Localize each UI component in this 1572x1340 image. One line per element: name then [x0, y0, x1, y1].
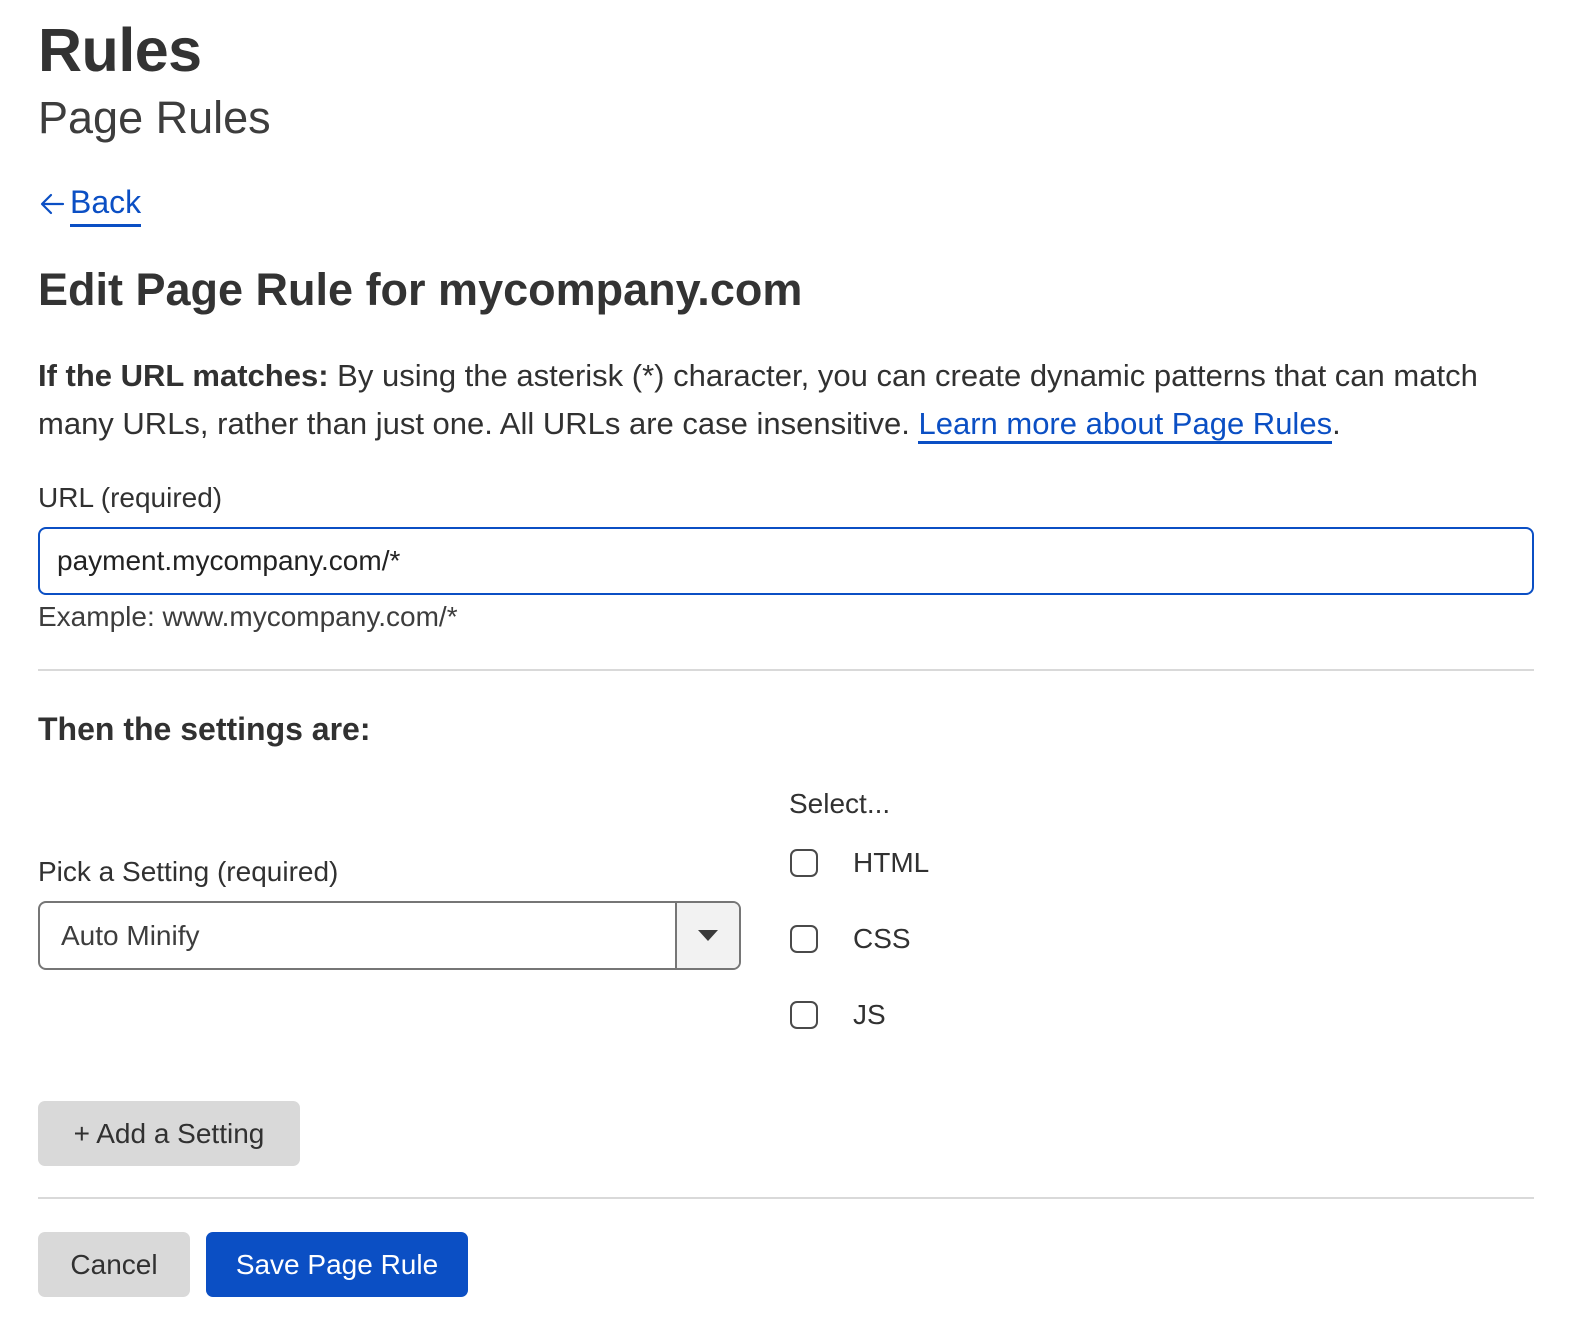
- section-divider: [38, 669, 1534, 671]
- learn-more-link[interactable]: Learn more about Page Rules: [918, 406, 1333, 444]
- settings-heading: Then the settings are:: [38, 711, 371, 747]
- url-match-description: If the URL matches: By using the asteris…: [38, 352, 1518, 448]
- actions-divider: [38, 1197, 1534, 1199]
- arrow-left-icon: [40, 193, 65, 214]
- description-trailing: .: [1332, 406, 1341, 441]
- page-title: Rules: [38, 16, 202, 84]
- url-label: URL (required): [38, 482, 223, 513]
- options-label: Select...: [789, 788, 891, 819]
- description-lead: If the URL matches:: [38, 358, 329, 393]
- setting-select-toggle[interactable]: [675, 903, 739, 968]
- option-html-label: HTML: [853, 847, 930, 878]
- option-html[interactable]: HTML: [789, 845, 929, 881]
- back-link[interactable]: Back: [38, 180, 142, 227]
- checkbox-html[interactable]: [790, 849, 818, 877]
- save-page-rule-button[interactable]: Save Page Rule: [206, 1232, 468, 1297]
- add-setting-button[interactable]: + Add a Setting: [38, 1101, 300, 1166]
- form-heading: Edit Page Rule for mycompany.com: [38, 264, 803, 315]
- page-subtitle: Page Rules: [38, 92, 271, 143]
- url-helper-text: Example: www.mycompany.com/*: [38, 601, 458, 632]
- checkbox-js[interactable]: [790, 1001, 818, 1029]
- pick-setting-label: Pick a Setting (required): [38, 856, 339, 887]
- option-css[interactable]: CSS: [789, 921, 911, 957]
- back-link-label: Back: [70, 180, 142, 227]
- setting-select-value: Auto Minify: [61, 919, 200, 951]
- setting-select[interactable]: Auto Minify: [38, 901, 741, 970]
- option-css-label: CSS: [853, 923, 911, 954]
- cancel-button[interactable]: Cancel: [38, 1232, 190, 1297]
- option-js-label: JS: [853, 999, 886, 1030]
- option-js[interactable]: JS: [789, 997, 886, 1033]
- checkbox-css[interactable]: [790, 925, 818, 953]
- url-input[interactable]: [38, 527, 1534, 595]
- caret-down-icon: [698, 930, 718, 941]
